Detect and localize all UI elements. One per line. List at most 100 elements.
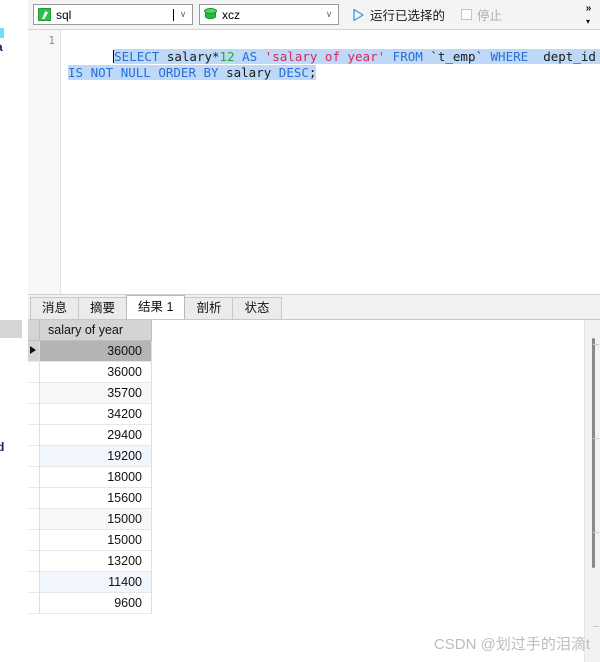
sql-token: 'salary of year' (264, 49, 386, 64)
grid-cell-salary-of-year[interactable]: 34200 (40, 404, 152, 425)
table-row[interactable]: 36000 (28, 341, 152, 362)
grid-cell-salary-of-year[interactable]: 19200 (40, 446, 152, 467)
row-marker[interactable] (28, 404, 40, 425)
table-row[interactable]: 19200 (28, 446, 152, 467)
sql-token: salary (166, 49, 212, 64)
sql-token: NOT (90, 65, 114, 80)
grid-cell-salary-of-year[interactable]: 9600 (40, 593, 152, 614)
sql-token: IS (68, 65, 84, 80)
row-marker[interactable] (28, 383, 40, 404)
sql-code-text[interactable]: SELECT salary*12 AS 'salary of year' FRO… (68, 33, 600, 97)
run-selected-button[interactable]: 运行已选择的 (347, 4, 449, 26)
row-marker[interactable] (28, 425, 40, 446)
query-editor-panel: sql ∨ xcz ∨ 运行已选择的 停止 » ▾ 1 SELECT salar… (28, 0, 600, 662)
left-fragment-text-top: a (0, 40, 3, 54)
tab-messages[interactable]: 消息 (30, 297, 80, 319)
table-row[interactable]: 15000 (28, 530, 152, 551)
grid-cell-salary-of-year[interactable]: 15600 (40, 488, 152, 509)
grid-vertical-scrollbar[interactable] (584, 320, 600, 662)
table-row[interactable]: 15000 (28, 509, 152, 530)
sql-token: WHERE (490, 49, 529, 64)
row-marker[interactable] (28, 341, 40, 362)
row-marker[interactable] (28, 530, 40, 551)
row-marker[interactable] (28, 509, 40, 530)
table-row[interactable]: 9600 (28, 593, 152, 614)
table-row[interactable]: 13200 (28, 551, 152, 572)
result-grid[interactable]: salary of year 36000 36000 35700 34200 29400… (28, 320, 152, 614)
row-marker[interactable] (28, 593, 40, 614)
chevron-down-icon[interactable]: ∨ (320, 5, 338, 24)
chevron-down-icon[interactable]: ▾ (586, 17, 590, 27)
table-row[interactable]: 11400 (28, 572, 152, 593)
database-icon (204, 8, 217, 21)
grid-header-row: salary of year (28, 320, 152, 341)
sql-token: AS (242, 49, 258, 64)
query-toolbar: sql ∨ xcz ∨ 运行已选择的 停止 » ▾ (28, 0, 600, 30)
grid-header-rowmark (28, 320, 40, 341)
sql-token: DESC (278, 65, 309, 80)
play-icon (351, 8, 365, 22)
sql-editor[interactable]: 1 SELECT salary*12 AS 'salary of year' F… (28, 30, 600, 295)
grid-cell-salary-of-year[interactable]: 15000 (40, 509, 152, 530)
tab-status[interactable]: 状态 (232, 297, 282, 319)
grid-cell-salary-of-year[interactable]: 13200 (40, 551, 152, 572)
grid-cell-salary-of-year[interactable]: 36000 (40, 341, 152, 362)
grid-cell-salary-of-year[interactable]: 11400 (40, 572, 152, 593)
sql-token: `t_emp` (430, 49, 483, 64)
left-fragment-cyan-bar (0, 28, 4, 38)
sql-selected-text: SELECT salary*12 AS 'salary of year' FRO… (68, 49, 600, 80)
toolbar-overflow-control[interactable]: » ▾ (578, 0, 598, 30)
sql-token: * (212, 49, 220, 64)
grid-scrollbar-thumb[interactable] (592, 338, 595, 568)
run-selected-label: 运行已选择的 (370, 9, 446, 23)
grid-column-header-salary-of-year[interactable]: salary of year (40, 320, 152, 341)
result-tabstrip: 消息 摘要 结果 1 剖析 状态 (28, 295, 600, 320)
table-row[interactable]: 15600 (28, 488, 152, 509)
row-marker[interactable] (28, 572, 40, 593)
grid-body[interactable]: 36000 36000 35700 34200 29400 19200 18000 15600… (28, 341, 152, 614)
sql-token: ORDER (158, 65, 196, 80)
table-row[interactable]: 34200 (28, 404, 152, 425)
sql-file-dropdown-value: sql (56, 7, 72, 22)
row-marker[interactable] (28, 488, 40, 509)
editor-gutter: 1 (28, 30, 61, 294)
tab-summary[interactable]: 摘要 (78, 297, 128, 319)
current-row-arrow-icon (30, 346, 36, 354)
grid-cell-salary-of-year[interactable]: 29400 (40, 425, 152, 446)
watermark-text: CSDN @划过手的泪滴t (433, 636, 590, 653)
grid-cell-salary-of-year[interactable]: 35700 (40, 383, 152, 404)
line-number: 1 (48, 34, 55, 47)
left-fragment-text-mid: d (0, 440, 5, 454)
database-dropdown[interactable]: xcz ∨ (199, 4, 339, 25)
row-marker[interactable] (28, 551, 40, 572)
grid-cell-salary-of-year[interactable]: 15000 (40, 530, 152, 551)
sql-file-dropdown[interactable]: sql ∨ (33, 4, 193, 25)
row-marker[interactable] (28, 446, 40, 467)
tab-result-1[interactable]: 结果 1 (126, 295, 186, 319)
sql-file-icon (38, 8, 51, 21)
sql-token: NULL (120, 65, 151, 80)
chevron-down-icon[interactable]: ∨ (174, 5, 192, 24)
row-marker[interactable] (28, 362, 40, 383)
table-row[interactable]: 29400 (28, 425, 152, 446)
tab-profile[interactable]: 剖析 (184, 297, 234, 319)
grid-cell-salary-of-year[interactable]: 36000 (40, 362, 152, 383)
left-cutoff-strip: a d (0, 0, 28, 662)
row-marker[interactable] (28, 467, 40, 488)
sql-token: 12 (219, 49, 235, 64)
grid-cell-salary-of-year[interactable]: 18000 (40, 467, 152, 488)
sql-token: BY (203, 65, 219, 80)
table-row[interactable]: 18000 (28, 467, 152, 488)
double-chevron-right-icon[interactable]: » (586, 3, 591, 14)
table-row[interactable]: 35700 (28, 383, 152, 404)
left-fragment-gray-block (0, 320, 22, 338)
table-row[interactable]: 36000 (28, 362, 152, 383)
sql-token: ; (308, 65, 317, 80)
stop-icon (461, 9, 473, 20)
